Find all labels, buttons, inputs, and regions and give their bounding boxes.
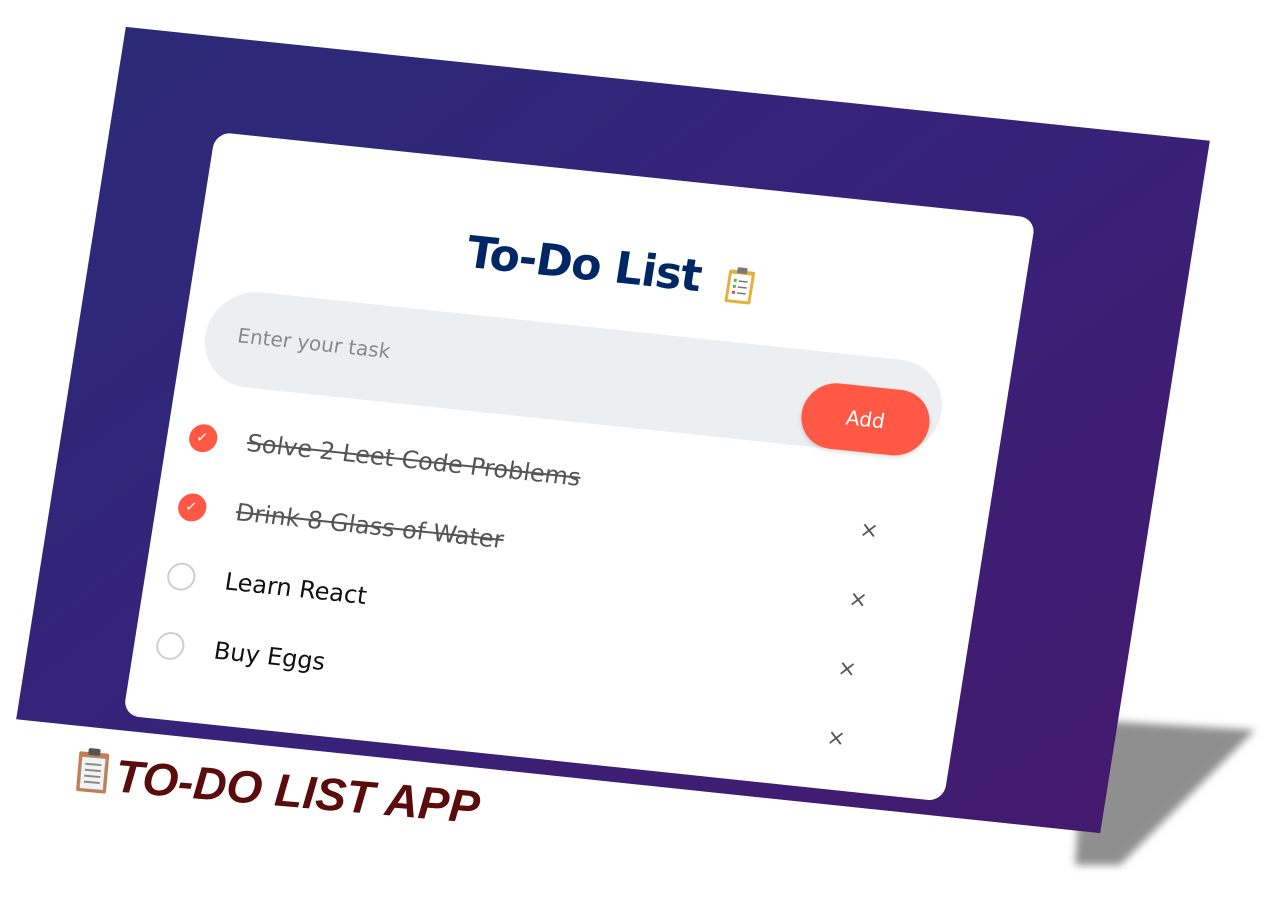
task-text: Learn React: [222, 567, 369, 611]
check-icon: ✓: [195, 429, 210, 447]
add-button[interactable]: Add: [796, 380, 935, 459]
page-title-text: To-Do List: [463, 227, 705, 303]
clipboard-icon: [74, 746, 112, 795]
todo-card: To-Do List Enter your task Add ✓ Solve 2…: [122, 131, 1036, 802]
task-input[interactable]: [232, 314, 721, 407]
unchecked-circle-icon[interactable]: [165, 561, 198, 592]
unchecked-circle-icon[interactable]: [154, 630, 187, 662]
delete-icon[interactable]: ×: [843, 586, 873, 614]
checked-circle-icon[interactable]: ✓: [187, 422, 220, 454]
stage: To-Do List Enter your task Add ✓ Solve 2…: [0, 0, 1280, 905]
task-text: Buy Eggs: [211, 636, 328, 677]
task-list: ✓ Solve 2 Leet Code Problems × ✓ Drink 8 Gla…: [150, 411, 930, 765]
app-screenshot: To-Do List Enter your task Add ✓ Solve 2…: [16, 26, 1210, 834]
checked-circle-icon[interactable]: ✓: [176, 492, 209, 523]
delete-icon[interactable]: ×: [821, 725, 851, 753]
task-text: Solve 2 Leet Code Problems: [244, 428, 583, 492]
clipboard-icon: [724, 263, 758, 305]
delete-icon[interactable]: ×: [854, 517, 884, 545]
check-icon: ✓: [184, 498, 199, 516]
delete-icon[interactable]: ×: [832, 656, 862, 684]
